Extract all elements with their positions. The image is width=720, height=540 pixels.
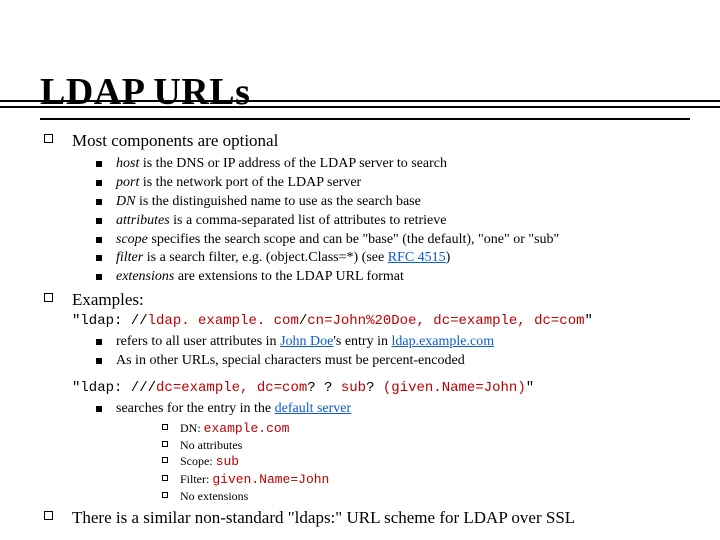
list-item: Filter: given.Name=John (116, 471, 690, 489)
title-rule (40, 118, 690, 120)
ldap-host-link[interactable]: ldap.example.com (391, 334, 494, 349)
list-item: attributes is a comma-separated list of … (72, 212, 690, 231)
list-item: port is the network port of the LDAP ser… (72, 174, 690, 193)
default-server-link[interactable]: default server (275, 401, 352, 416)
rfc-link[interactable]: RFC 4515 (388, 250, 446, 265)
section-head: Examples: (72, 289, 690, 312)
list-item: Scope: sub (116, 453, 690, 471)
section-head: Most components are optional (72, 130, 690, 153)
example-url-1: "ldap: //ldap. example. com/cn=John%20Do… (72, 312, 690, 331)
section-ldaps: There is a similar non-standard "ldaps:"… (40, 507, 690, 530)
list-item: DN is the distinguished name to use as t… (72, 193, 690, 212)
ldaps-note: There is a similar non-standard "ldaps:"… (72, 507, 690, 530)
list-item: No extensions (116, 488, 690, 504)
list-item: filter is a search filter, e.g. (object.… (72, 249, 690, 268)
example-url-2: "ldap: ///dc=example, dc=com? ? sub? (gi… (72, 379, 690, 398)
list-item: refers to all user attributes in John Do… (72, 333, 690, 352)
list-item: searches for the entry in the default se… (72, 400, 690, 505)
section-optional: Most components are optional host is the… (40, 130, 690, 287)
slide-content: Most components are optional host is the… (40, 130, 690, 530)
list-item: No attributes (116, 437, 690, 453)
list-item: As in other URLs, special characters mus… (72, 352, 690, 371)
list-item: host is the DNS or IP address of the LDA… (72, 155, 690, 174)
section-examples: Examples: "ldap: //ldap. example. com/cn… (40, 289, 690, 504)
list-item: DN: example.com (116, 420, 690, 438)
list-item: extensions are extensions to the LDAP UR… (72, 268, 690, 287)
list-item: scope specifies the search scope and can… (72, 231, 690, 250)
john-doe-link[interactable]: John Doe (280, 334, 333, 349)
